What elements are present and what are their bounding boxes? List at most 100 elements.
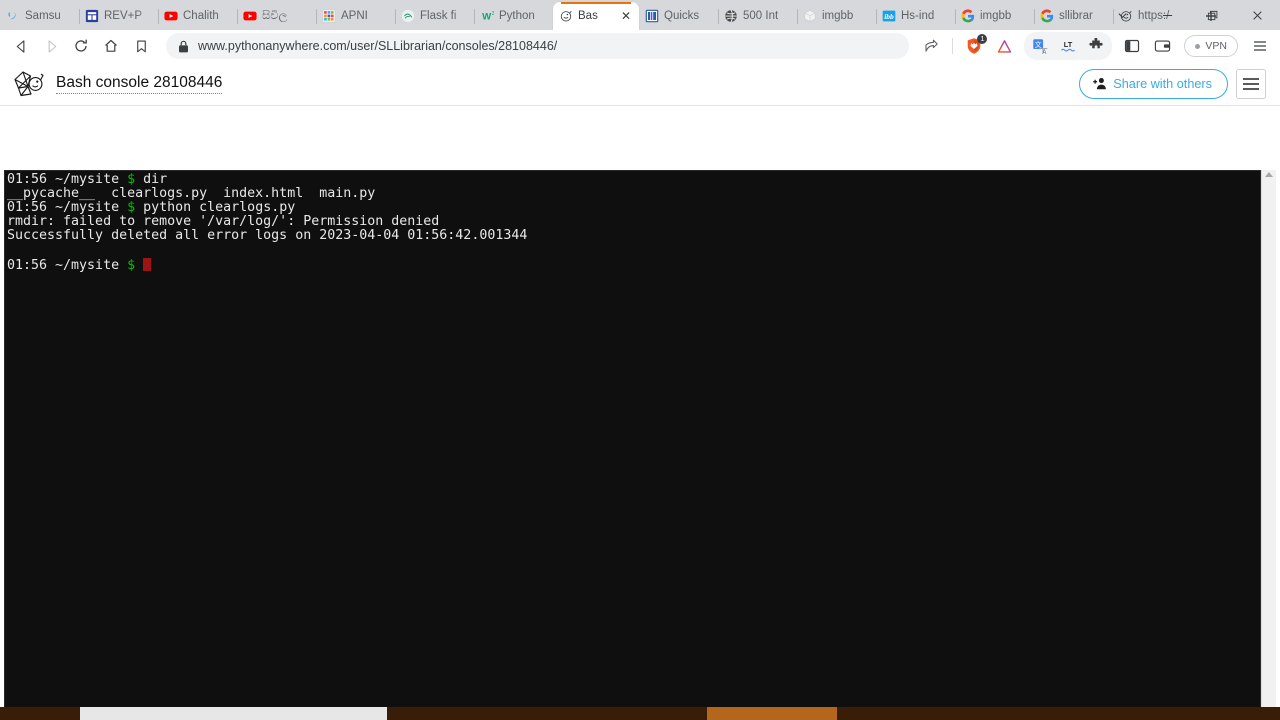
puzzle-icon [1089, 38, 1103, 49]
google-translate-extension-button[interactable]: 文 A [1026, 32, 1054, 60]
bookmark-button[interactable] [126, 31, 156, 61]
shield-badge-count: 1 [977, 34, 988, 44]
home-button[interactable] [96, 31, 126, 61]
samsung-icon [6, 9, 20, 23]
browser-tab[interactable]: W3 Python [474, 2, 553, 30]
forward-button[interactable] [36, 31, 66, 61]
browser-tab[interactable]: REV+P [79, 2, 158, 30]
tab-label: සිවිල [262, 9, 288, 22]
browser-tab-active[interactable]: Bas ✕ [553, 2, 639, 30]
extensions-group: 文 A LT [1024, 32, 1113, 60]
page-content: Bash console 28108446 Share with others [0, 62, 1280, 720]
globe-icon [724, 9, 738, 23]
brave-rewards-button[interactable] [990, 32, 1018, 60]
console-scrollbar[interactable] [1261, 170, 1276, 720]
header-actions: Share with others [1079, 68, 1266, 99]
terminal-text-span: dir [135, 172, 168, 187]
terminal-cursor [143, 257, 152, 271]
vpn-status-dot [1195, 43, 1201, 49]
terminal-line: __pycache__ clearlogs.py index.html main… [7, 187, 1260, 201]
flask-icon [401, 9, 415, 23]
browser-tab[interactable]: Samsu [0, 2, 79, 30]
browser-tab[interactable]: Chalith [158, 2, 237, 30]
tab-label: Bas [578, 10, 598, 22]
terminal-line: 01:56 ~/mysite $ python clearlogs.py [7, 201, 1260, 215]
taskbar-segment[interactable] [80, 707, 387, 720]
google-icon [961, 9, 975, 23]
browser-menu-button[interactable] [1246, 32, 1274, 60]
scroll-up-arrow-icon[interactable] [1265, 172, 1273, 177]
terminal-text-span: 01:56 ~/mysite [7, 172, 128, 187]
hamburger-line [1243, 77, 1259, 80]
prompt-symbol: $ [127, 200, 136, 216]
minimize-icon [1162, 14, 1173, 16]
taskbar-segment[interactable] [0, 707, 80, 720]
minimize-button[interactable] [1145, 0, 1190, 30]
terminal-text-span: rmdir: failed to remove '/var/log/': Per… [7, 214, 440, 230]
restore-icon [1207, 10, 1218, 20]
tab-label: Python [499, 10, 535, 22]
svg-text:文: 文 [1035, 39, 1042, 48]
extensions-button[interactable] [1082, 32, 1110, 60]
tab-label: 500 Int [743, 10, 779, 22]
browser-tab[interactable]: සිවිල [237, 2, 316, 30]
translate-icon: 文 A [1033, 38, 1048, 55]
tab-search-button[interactable] [1100, 0, 1145, 30]
prompt-symbol: $ [127, 257, 136, 273]
svg-text:A: A [1042, 50, 1046, 55]
triangle-rewards-icon [997, 39, 1012, 53]
address-bar[interactable]: www.pythonanywhere.com/user/SLLibrarian/… [166, 33, 910, 59]
close-tab-icon[interactable]: ✕ [619, 9, 633, 23]
tab-label: APNI [341, 10, 368, 22]
svg-text:ibb: ibb [884, 12, 894, 21]
desktop-taskbar-strip [0, 707, 1280, 720]
vpn-button[interactable]: VPN [1184, 35, 1238, 57]
blue-doc-icon [85, 9, 99, 23]
browser-tab[interactable]: 500 Int [718, 2, 797, 30]
youtube-icon [243, 9, 257, 23]
bash-console-output[interactable]: 01:56 ~/mysite $ dir __pycache__ clearlog… [4, 170, 1261, 720]
terminal-line: Successfully deleted all error logs on 2… [7, 229, 1260, 243]
languagetool-extension-button[interactable]: LT [1054, 32, 1082, 60]
sidebar-toggle-button[interactable] [1118, 32, 1146, 60]
share-with-others-label: Share with others [1113, 76, 1212, 91]
taskbar-segment[interactable] [387, 707, 707, 720]
brave-shields-button[interactable]: 1 [960, 32, 988, 60]
url-text: www.pythonanywhere.com/user/SLLibrarian/… [198, 39, 558, 53]
close-window-button[interactable] [1235, 0, 1280, 30]
wallet-button[interactable] [1148, 32, 1176, 60]
taskbar-segment[interactable] [707, 707, 837, 720]
w3schools-icon: W3 [480, 9, 494, 23]
share-icon [925, 39, 939, 52]
toolbar-icons: 1 文 A LT VPN [917, 32, 1274, 60]
taskbar-segment[interactable] [837, 707, 1280, 720]
hamburger-line [1243, 82, 1259, 85]
back-button[interactable] [6, 31, 36, 61]
maximize-button[interactable] [1190, 0, 1235, 30]
console-area: 01:56 ~/mysite $ dir __pycache__ clearlog… [4, 170, 1276, 720]
hamburger-icon [1254, 41, 1266, 51]
reload-button[interactable] [66, 31, 96, 61]
home-icon [105, 39, 117, 52]
tab-label: Samsu [25, 10, 61, 22]
close-icon [1253, 10, 1262, 20]
browser-tab[interactable]: APNI [316, 2, 395, 30]
terminal-text: 01:56 ~/mysite $ dir __pycache__ clearlog… [7, 172, 1260, 273]
terminal-text-span: __pycache__ clearlogs.py index.html main… [7, 186, 376, 202]
browser-toolbar: www.pythonanywhere.com/user/SLLibrarian/… [0, 30, 1280, 62]
browser-tab[interactable]: Quicks [639, 2, 718, 30]
browser-tab[interactable]: ibb Hs-ind [876, 2, 955, 30]
chevron-down-icon [1118, 12, 1127, 18]
browser-tab[interactable]: imgbb [797, 2, 876, 30]
sidebar-icon [1125, 39, 1140, 53]
share-page-button[interactable] [917, 32, 945, 60]
share-with-others-button[interactable]: Share with others [1079, 68, 1228, 99]
reload-icon [75, 39, 87, 52]
terminal-text-span: python clearlogs.py [135, 200, 296, 216]
browser-tab[interactable]: Flask fi [395, 2, 474, 30]
terminal-text-span: 01:56 ~/mysite [7, 257, 128, 273]
google-icon [1040, 9, 1054, 23]
forward-arrow-icon [48, 39, 56, 53]
console-menu-button[interactable] [1236, 68, 1266, 99]
browser-tab[interactable]: imgbb [955, 2, 1034, 30]
